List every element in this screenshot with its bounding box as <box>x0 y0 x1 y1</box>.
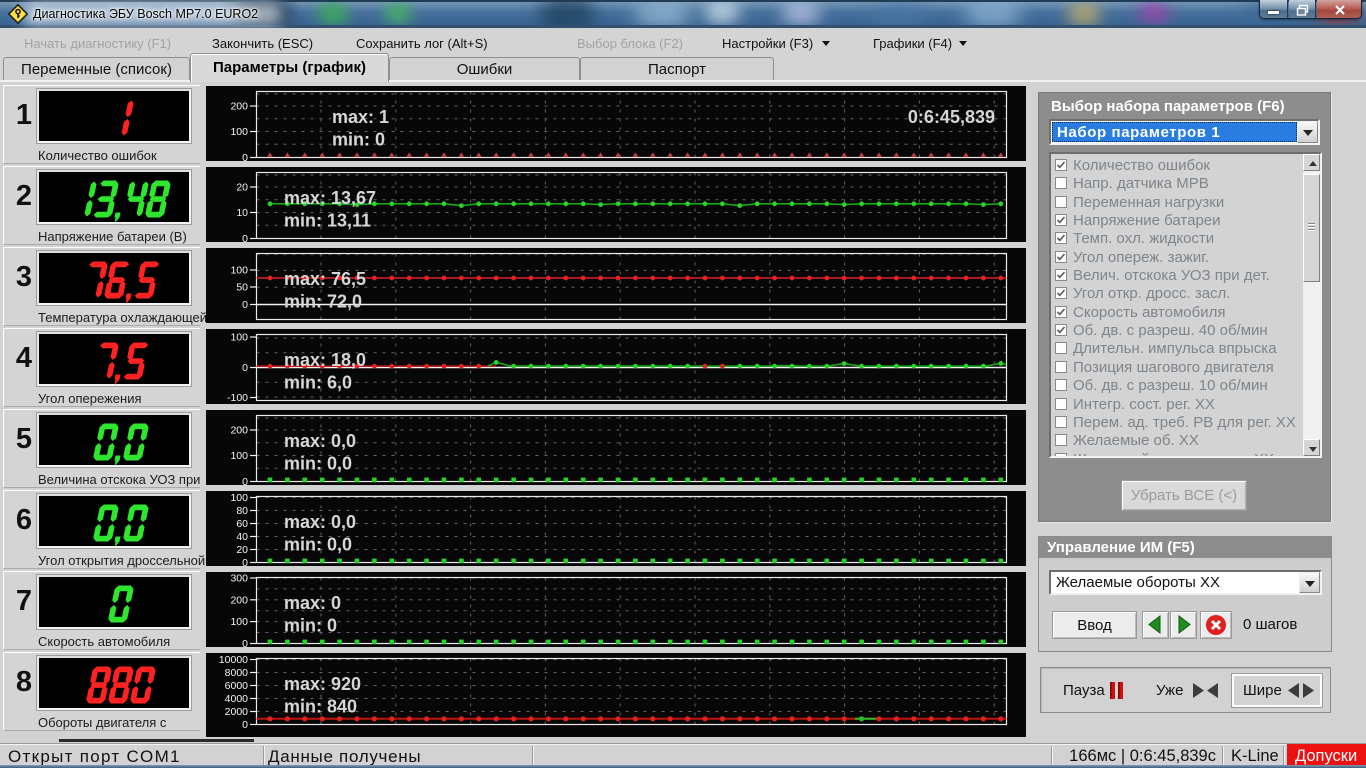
svg-text:100: 100 <box>230 492 248 504</box>
svg-text:0: 0 <box>242 638 248 647</box>
svg-text:min: 0,0: min: 0,0 <box>284 454 352 474</box>
svg-text:0: 0 <box>242 557 248 566</box>
svg-text:max: 920: max: 920 <box>284 674 361 694</box>
svg-text:0: 0 <box>242 152 248 161</box>
svg-text:8000: 8000 <box>225 667 249 679</box>
svg-text:40: 40 <box>236 531 248 543</box>
svg-text:0: 0 <box>242 299 248 311</box>
svg-text:0: 0 <box>242 476 248 485</box>
svg-text:50: 50 <box>236 282 248 294</box>
svg-text:max: 0,0: max: 0,0 <box>284 431 356 451</box>
svg-text:20: 20 <box>236 182 248 194</box>
svg-text:10: 10 <box>236 207 248 219</box>
svg-text:200: 200 <box>230 594 248 606</box>
svg-text:max: 18,0: max: 18,0 <box>284 350 366 370</box>
svg-text:max: 0: max: 0 <box>284 593 341 613</box>
svg-text:0: 0 <box>242 719 248 731</box>
svg-text:min: 72,0: min: 72,0 <box>284 292 362 312</box>
svg-text:80: 80 <box>236 505 248 517</box>
svg-text:max: 0,0: max: 0,0 <box>284 512 356 532</box>
svg-text:max: 1: max: 1 <box>332 107 389 127</box>
svg-text:0: 0 <box>242 362 248 374</box>
svg-text:0:6:45,839: 0:6:45,839 <box>908 107 995 127</box>
svg-text:100: 100 <box>230 126 248 138</box>
svg-text:300: 300 <box>230 573 248 585</box>
svg-text:200: 200 <box>230 425 248 437</box>
svg-text:min: 0: min: 0 <box>284 616 337 636</box>
svg-text:max: 76,5: max: 76,5 <box>284 269 366 289</box>
svg-text:10000: 10000 <box>219 654 248 666</box>
svg-text:100: 100 <box>230 616 248 628</box>
svg-text:min: 13,11: min: 13,11 <box>284 211 371 231</box>
svg-text:min: 0: min: 0 <box>332 130 385 150</box>
svg-text:min: 840: min: 840 <box>284 697 357 717</box>
svg-text:-100: -100 <box>227 392 248 404</box>
svg-text:60: 60 <box>236 518 248 530</box>
svg-text:6000: 6000 <box>225 680 249 692</box>
svg-text:4000: 4000 <box>225 693 249 705</box>
svg-text:100: 100 <box>230 265 248 277</box>
svg-text:min: 0,0: min: 0,0 <box>284 535 352 555</box>
svg-text:2000: 2000 <box>225 706 249 718</box>
svg-text:20: 20 <box>236 544 248 556</box>
svg-text:100: 100 <box>230 332 248 344</box>
svg-text:200: 200 <box>230 101 248 113</box>
svg-text:max: 13,67: max: 13,67 <box>284 188 376 208</box>
svg-text:0: 0 <box>242 233 248 242</box>
svg-text:100: 100 <box>230 450 248 462</box>
svg-text:min: 6,0: min: 6,0 <box>284 373 352 393</box>
